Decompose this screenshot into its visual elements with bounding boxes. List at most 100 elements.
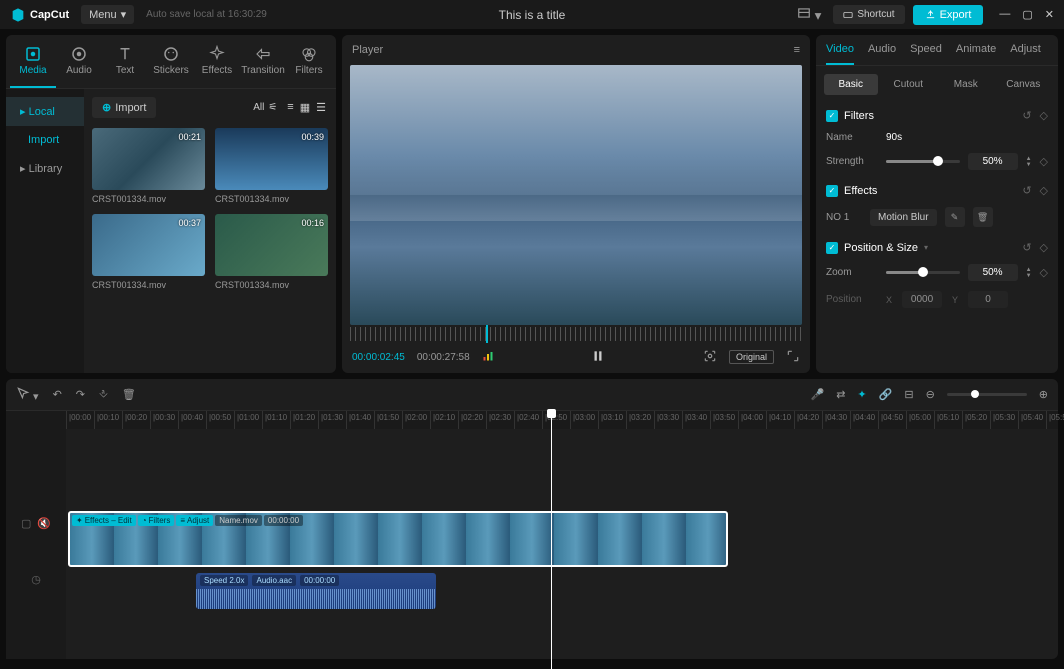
position-title: Position & Size	[844, 242, 918, 254]
audio-dur-badge: 00:00:00	[300, 575, 339, 586]
keyframe-icon[interactable]: ◇	[1040, 155, 1048, 168]
app-logo: CapCut	[10, 7, 69, 23]
maximize-icon[interactable]: ▢	[1022, 8, 1032, 21]
align-icon[interactable]: ⊟	[904, 388, 913, 401]
subtab-mask[interactable]: Mask	[939, 74, 993, 95]
subtab-canvas[interactable]: Canvas	[997, 74, 1051, 95]
chain-icon[interactable]: 🔗	[879, 388, 893, 401]
audio-clip[interactable]: Speed 2.0x Audio.aac 00:00:00	[196, 573, 436, 609]
reset-icon[interactable]: ↺	[1022, 241, 1031, 254]
snap-icon[interactable]: ✦	[857, 388, 866, 401]
lock-icon[interactable]: ▢	[21, 517, 31, 530]
tab-transition[interactable]: Transition	[240, 41, 286, 88]
zoom-in-icon[interactable]: ⊕	[1039, 388, 1048, 401]
zoom-input[interactable]	[968, 264, 1018, 281]
tab-animate[interactable]: Animate	[956, 43, 996, 65]
close-icon[interactable]: ✕	[1045, 8, 1054, 21]
mic-icon[interactable]: 🎤	[811, 388, 825, 401]
audio-track: Speed 2.0x Audio.aac 00:00:00	[66, 573, 1058, 609]
tab-stickers[interactable]: Stickers	[148, 41, 194, 88]
down-icon[interactable]: ▼	[1026, 162, 1032, 168]
edit-icon[interactable]: ✎	[945, 207, 965, 227]
pos-y-input[interactable]	[968, 291, 1008, 308]
tab-video[interactable]: Video	[826, 43, 854, 65]
audio-speed-badge: Speed 2.0x	[200, 575, 248, 586]
zoom-slider[interactable]	[886, 271, 960, 274]
tab-text[interactable]: Text	[102, 41, 148, 88]
filters-checkbox[interactable]: ✓	[826, 110, 838, 122]
layout-icon[interactable]: ▾	[793, 2, 825, 28]
delete-icon[interactable]: 🗑	[973, 207, 993, 227]
reset-icon[interactable]: ↺	[1022, 109, 1031, 122]
keyframe-icon[interactable]: ◇	[1040, 109, 1048, 122]
minimize-icon[interactable]: —	[999, 8, 1010, 21]
reset-icon[interactable]: ↺	[1022, 184, 1031, 197]
tab-media[interactable]: Media	[10, 41, 56, 88]
down-icon[interactable]: ▼	[1026, 273, 1032, 279]
project-title[interactable]: This is a title	[499, 8, 566, 22]
clip-badge-effects[interactable]: ✦ Effects – Edit	[72, 515, 136, 526]
keyframe-icon[interactable]: ◇	[1040, 184, 1048, 197]
section-filters: ✓ Filters ↺◇ Name 90s Strength ▲▼ ◇	[826, 109, 1048, 170]
position-checkbox[interactable]: ✓	[826, 242, 838, 254]
tab-audio-insp[interactable]: Audio	[868, 43, 896, 65]
timeline-zoom-slider[interactable]	[947, 393, 1027, 396]
timeline-ruler[interactable]: |00:00|00:10|00:20|00:30|00:40|00:50|01:…	[6, 411, 1058, 429]
redo-button[interactable]: ↷	[76, 388, 85, 401]
strength-input[interactable]	[968, 153, 1018, 170]
player-panel: Player ≡ 00:00:02:45 00:00:27:58 Origina…	[342, 35, 810, 373]
tab-speed[interactable]: Speed	[910, 43, 942, 65]
clip-badge-adjust[interactable]: ≡ Adjust	[176, 515, 213, 526]
sort-icon[interactable]: ≡	[285, 99, 295, 116]
tab-audio[interactable]: Audio	[56, 41, 102, 88]
import-button[interactable]: ⊕Import	[92, 97, 156, 118]
levels-icon[interactable]	[482, 350, 494, 365]
grid-view-icon[interactable]: ▦	[298, 99, 312, 116]
subtab-basic[interactable]: Basic	[824, 74, 878, 95]
clock-icon[interactable]: ◷	[31, 573, 41, 586]
original-button[interactable]: Original	[729, 350, 774, 364]
sidebar-item-local[interactable]: ▸ Local	[6, 97, 84, 126]
tab-effects[interactable]: Effects	[194, 41, 240, 88]
fullscreen-icon[interactable]	[786, 349, 800, 366]
link-icon[interactable]: ⇄	[836, 388, 845, 401]
player-menu-icon[interactable]: ≡	[794, 44, 800, 56]
menu-button[interactable]: Menu ▾	[81, 5, 134, 24]
export-button[interactable]: Export	[913, 5, 984, 25]
shortcut-button[interactable]: Shortcut	[833, 5, 904, 24]
video-clip[interactable]: ✦ Effects – Edit ◔ Filters ≡ Adjust Name…	[68, 511, 728, 567]
player-viewport[interactable]	[350, 65, 802, 325]
keyframe-icon[interactable]: ◇	[1040, 241, 1048, 254]
pos-x-input[interactable]	[902, 291, 942, 308]
pause-button[interactable]	[591, 349, 605, 366]
time-current: 00:00:02:45	[352, 352, 405, 363]
keyframe-icon[interactable]: ◇	[1040, 266, 1048, 279]
clip-badge-filters[interactable]: ◔ Filters	[138, 515, 175, 526]
tab-adjust[interactable]: Adjust	[1010, 43, 1041, 65]
scan-icon[interactable]	[703, 349, 717, 366]
mute-icon[interactable]: 🔇	[37, 517, 51, 530]
select-tool[interactable]: ▾	[16, 386, 39, 403]
delete-button[interactable]: 🗑	[122, 388, 136, 401]
filter-name-value: 90s	[886, 132, 902, 143]
sidebar-item-library[interactable]: ▸ Library	[6, 154, 84, 183]
all-filter[interactable]: All ⚟	[253, 102, 277, 113]
player-ruler[interactable]	[350, 327, 802, 341]
strength-slider[interactable]	[886, 160, 960, 163]
media-clip[interactable]: 00:16CRST001334.mov	[215, 214, 328, 290]
split-button[interactable]: ⎀	[99, 388, 108, 401]
chevron-down-icon[interactable]: ▾	[924, 243, 928, 252]
titlebar: CapCut Menu ▾ Auto save local at 16:30:2…	[0, 0, 1064, 29]
zoom-out-icon[interactable]: ⊖	[926, 388, 935, 401]
sidebar-item-import[interactable]: Import	[6, 126, 84, 154]
filter-icon: ⚟	[268, 102, 277, 113]
effects-checkbox[interactable]: ✓	[826, 185, 838, 197]
media-clip[interactable]: 00:37CRST001334.mov	[92, 214, 205, 290]
playhead[interactable]	[551, 411, 552, 669]
list-view-icon[interactable]: ☰	[314, 99, 328, 116]
subtab-cutout[interactable]: Cutout	[882, 74, 936, 95]
undo-button[interactable]: ↶	[53, 388, 62, 401]
media-clip[interactable]: 00:39CRST001334.mov	[215, 128, 328, 204]
media-clip[interactable]: 00:21CRST001334.mov	[92, 128, 205, 204]
tab-filters[interactable]: Filters	[286, 41, 332, 88]
